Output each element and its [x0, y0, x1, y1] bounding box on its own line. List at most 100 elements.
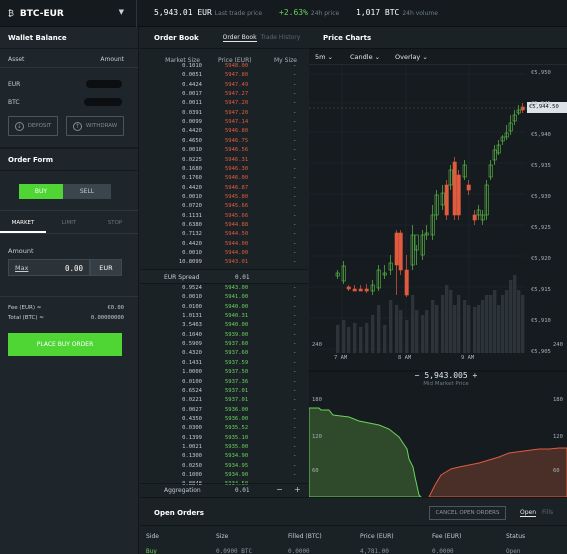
tab-stop[interactable]: STOP	[92, 220, 138, 226]
bid-my-size: -	[293, 434, 297, 441]
chart-type-select[interactable]: Candle ⌄	[350, 53, 380, 61]
bid-price: 5934.90	[225, 472, 249, 478]
open-orders-title: Open Orders	[154, 509, 204, 517]
buy-toggle[interactable]: BUY	[19, 184, 63, 199]
ask-size: 0.0017	[182, 91, 202, 98]
ask-my-size: -	[293, 128, 297, 135]
bid-my-size: -	[293, 397, 297, 404]
withdraw-button[interactable]: ↑ WITHDRAW	[66, 116, 124, 136]
bid-price: 5937.01	[225, 387, 249, 394]
ask-my-size: -	[293, 72, 297, 79]
price-chart-panel: Price Charts 5m ⌄ Candle ⌄ Overlay ⌄ €5,…	[309, 27, 567, 522]
fee-label: Fee (EUR) ≈	[8, 305, 42, 311]
bid-price: 5934.95	[225, 462, 249, 469]
ask-size: 0.0051	[182, 72, 202, 79]
bid-price: 5935.10	[225, 434, 249, 441]
tab-open[interactable]: Open	[520, 509, 537, 517]
cancel-open-orders-button[interactable]: CANCEL OPEN ORDERS	[429, 506, 506, 520]
ask-size: 0.0225	[182, 156, 202, 163]
ask-my-size: -	[293, 203, 297, 210]
bid-size: 0.1300	[182, 453, 202, 460]
currency-label: EUR	[90, 259, 122, 276]
product-name: BTC-EUR	[19, 8, 64, 19]
overlay-select[interactable]: Overlay ⌄	[395, 53, 428, 61]
bid-my-size: -	[293, 285, 297, 291]
price-tick: €5,950	[531, 70, 551, 76]
tab-fills[interactable]: Fills	[542, 509, 553, 516]
bid-my-size: -	[293, 378, 297, 385]
tab-limit[interactable]: LIMIT	[46, 220, 92, 226]
mid-plus[interactable]: +	[473, 371, 478, 380]
deposit-button[interactable]: ↓ DEPOSIT	[8, 116, 58, 136]
ask-price: 5943.01	[225, 259, 249, 266]
mid-market-price: 5,943.005	[424, 371, 468, 380]
chevron-down-icon: ⌄	[422, 53, 428, 61]
aggregation-row: Aggregation 0.01 − +	[140, 483, 308, 497]
bid-price: 5941.00	[225, 294, 249, 301]
ask-my-size: -	[293, 109, 297, 116]
sell-toggle[interactable]: SELL	[63, 184, 111, 199]
bid-my-size: -	[293, 350, 297, 357]
order-book-title: Order Book	[154, 33, 199, 42]
price-tick: €5,905	[531, 349, 551, 355]
overlay-value: Overlay	[395, 53, 421, 61]
order-book-header: Order Book Order Book Trade History	[140, 27, 308, 49]
bid-my-size: -	[293, 462, 297, 469]
total-label: Total (BTC) ≈	[8, 315, 44, 321]
bid-size: 0.0100	[182, 378, 202, 385]
amount-input[interactable]: Max 0.00	[8, 259, 90, 276]
place-buy-order-button[interactable]: PLACE BUY ORDER	[8, 333, 122, 356]
left-panel: Wallet Balance Asset Amount EUR BTC ↓ DEP…	[0, 27, 139, 554]
tab-trade-history[interactable]: Trade History	[261, 34, 301, 41]
ask-price: 5946.31	[225, 156, 249, 163]
bid-size: 0.0010	[182, 294, 202, 301]
open-order-cell: Buy	[146, 548, 157, 554]
total-row: Total (BTC) ≈ 0.00000000	[8, 315, 124, 321]
tab-order-book[interactable]: Order Book	[222, 34, 257, 42]
bid-price: 5943.00	[225, 285, 249, 291]
mid-minus[interactable]: −	[415, 371, 420, 380]
ask-size: 0.0099	[182, 119, 202, 126]
last-price-stat: 5,943.01 EUR Last trade price	[154, 8, 262, 17]
bid-my-size: -	[293, 472, 297, 478]
max-link[interactable]: Max	[15, 264, 28, 272]
bid-my-size: -	[293, 369, 297, 376]
ask-price: 5944.00	[225, 240, 249, 247]
ask-price: 5947.80	[225, 72, 249, 79]
depth-y-tick: 60	[553, 468, 560, 474]
price-tick: €5,920	[531, 256, 551, 262]
bid-my-size: -	[293, 322, 297, 329]
product-selector[interactable]: ₿ BTC-EUR ▼	[0, 0, 137, 27]
ask-my-size: -	[293, 147, 297, 154]
aggregation-minus[interactable]: −	[276, 485, 283, 494]
chevron-down-icon: ⌄	[374, 53, 381, 61]
wallet-balance-title: Wallet Balance	[0, 27, 138, 49]
ask-my-size: -	[293, 221, 297, 228]
ask-my-size: -	[293, 193, 297, 200]
open-order-cell: 0.0000	[288, 548, 310, 554]
ask-my-size: -	[293, 250, 297, 256]
ask-my-size: -	[293, 175, 297, 182]
last-price: 5,943.01 EUR	[154, 8, 212, 17]
total-value: 0.00000000	[90, 315, 124, 321]
tab-market[interactable]: MARKET	[0, 220, 46, 233]
aggregation-plus[interactable]: +	[294, 485, 301, 494]
bid-size: 0.6524	[182, 387, 202, 394]
amount-header: Amount	[100, 56, 124, 63]
order-book-columns: Market Size Price (EUR) My Size	[140, 49, 308, 64]
spread-label: EUR Spread	[164, 274, 200, 281]
depth-y-tick: 240	[312, 342, 322, 348]
interval-select[interactable]: 5m ⌄	[315, 53, 333, 61]
ask-price: 5946.80	[225, 128, 249, 135]
fee-row: Fee (EUR) ≈ €0.00	[8, 305, 124, 311]
asset-eur: EUR	[8, 81, 21, 88]
volume-label: 24h volume	[402, 10, 438, 17]
bid-my-size: -	[293, 359, 297, 366]
ask-my-size: -	[293, 231, 297, 238]
chevron-down-icon[interactable]: ▼	[119, 8, 124, 16]
bid-price: 5940.00	[225, 322, 249, 329]
bid-price: 5937.36	[225, 378, 249, 385]
time-tick: 9 AM	[461, 355, 475, 361]
ask-size: 0.4420	[182, 128, 202, 135]
amount-value: 0.00	[64, 264, 83, 273]
